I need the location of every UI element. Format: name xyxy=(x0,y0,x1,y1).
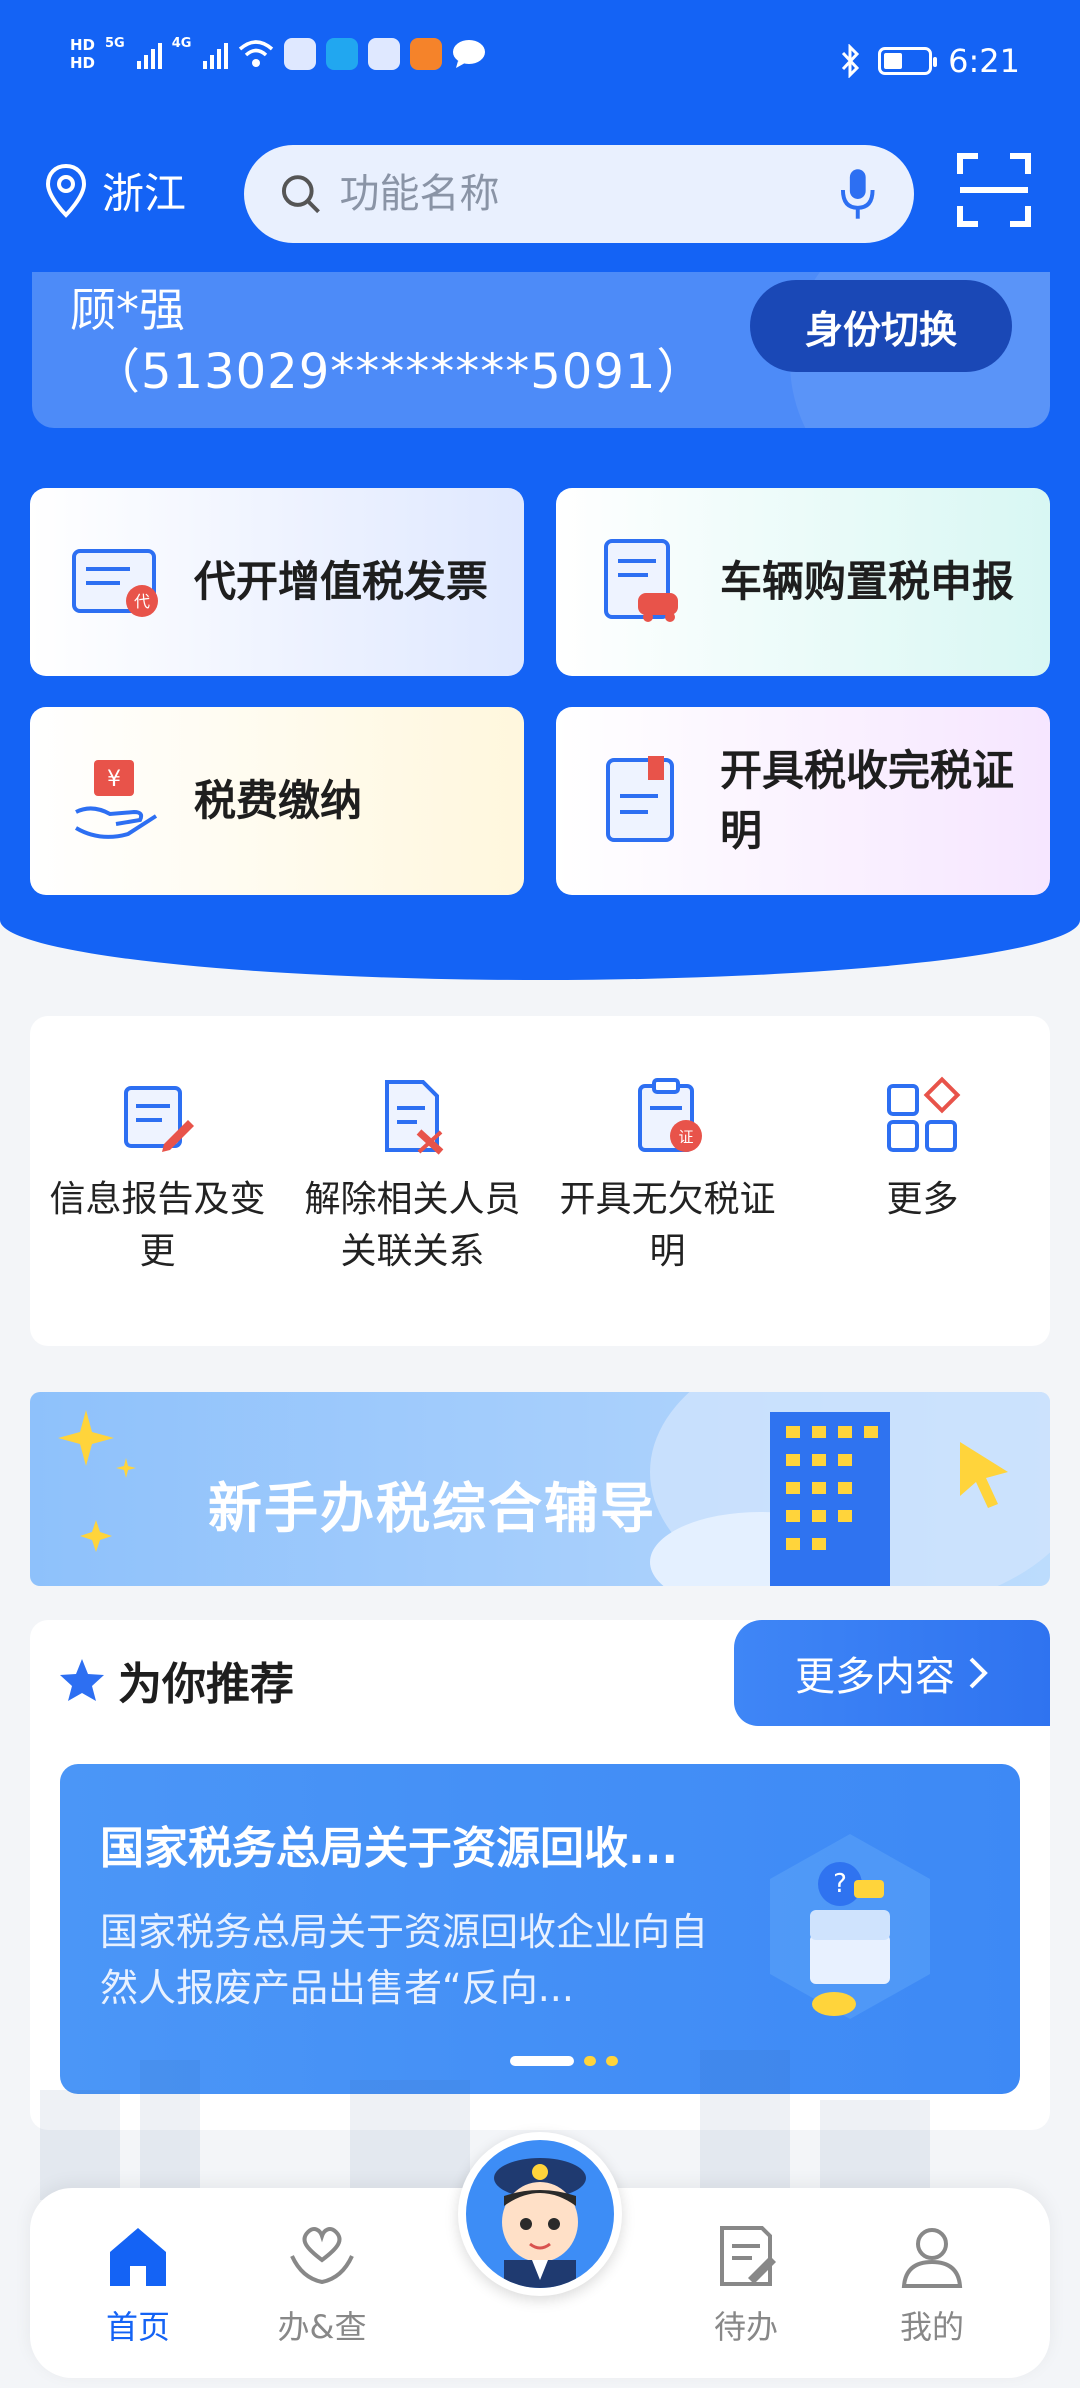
user-name: 顾*强 xyxy=(70,283,185,337)
wifi-icon xyxy=(239,40,274,67)
signal-icon-2 xyxy=(203,39,229,69)
article-headline: 国家税务总局关于资源回收... xyxy=(100,1823,679,1874)
signal-icon-1 xyxy=(136,39,162,69)
service-more[interactable]: 更多 xyxy=(795,1016,1050,1346)
battery-icon xyxy=(878,47,938,75)
nav-handle-query[interactable]: 办&查 xyxy=(252,2220,392,2348)
tile-label: 车辆购置税申报 xyxy=(720,557,1015,606)
location-selector[interactable]: 浙江 xyxy=(44,160,186,221)
more-content-label: 更多内容 xyxy=(795,1654,955,1700)
network-type-1: 5G xyxy=(105,36,125,51)
star-icon xyxy=(60,1659,104,1701)
service-info-report[interactable]: 信息报告及变更 xyxy=(30,1016,285,1346)
services-grid: 信息报告及变更 解除相关人员关联关系 证 开具无欠税证明 更多 xyxy=(30,1016,1050,1346)
search-bar[interactable] xyxy=(244,145,914,243)
service-label: 开具无欠税证明 xyxy=(559,1179,776,1272)
location-pin-icon xyxy=(45,163,87,218)
switch-identity-button[interactable]: 身份切换 xyxy=(750,280,1012,372)
tile-label: 开具税收完税证明 xyxy=(720,746,1015,855)
service-label: 信息报告及变更 xyxy=(49,1179,266,1272)
search-input[interactable] xyxy=(339,171,839,217)
app-notification-icon-4 xyxy=(410,38,443,70)
payment-icon: ¥ xyxy=(74,760,158,839)
home-icon xyxy=(110,2228,166,2286)
tile-vehicle-purchase-tax[interactable]: 车辆购置税申报 xyxy=(556,488,1050,676)
svg-text:?: ? xyxy=(833,1869,847,1899)
more-grid-icon xyxy=(886,1076,960,1152)
nav-label: 我的 xyxy=(899,2308,964,2346)
recommend-title: 为你推荐 xyxy=(58,1648,294,1712)
article-description: 国家税务总局关于资源回收企业向自然人报废产品出售者“反向... xyxy=(100,1910,709,2010)
question-box-illustration: ? xyxy=(770,1834,930,2019)
tax-assistant-mascot[interactable] xyxy=(458,2132,622,2296)
chat-bubble-icon xyxy=(453,40,486,68)
report-edit-icon xyxy=(123,1086,194,1152)
clock: 6:21 xyxy=(948,42,1020,80)
service-label: 更多 xyxy=(886,1179,959,1220)
service-unlink-relations[interactable]: 解除相关人员关联关系 xyxy=(285,1016,540,1346)
tile-issue-vat-invoice[interactable]: 代 代开增值税发票 xyxy=(30,488,524,676)
tile-label: 代开增值税发票 xyxy=(194,557,489,606)
todo-icon xyxy=(720,2226,776,2286)
more-content-button[interactable]: 更多内容 xyxy=(734,1620,1050,1726)
recommend-title-text: 为你推荐 xyxy=(118,1659,294,1710)
service-label: 解除相关人员关联关系 xyxy=(304,1179,521,1272)
app-notification-icon-3 xyxy=(368,38,401,70)
app-notification-icon-2 xyxy=(326,38,359,70)
vehicle-tax-icon xyxy=(604,539,678,622)
nav-todo[interactable]: 待办 xyxy=(676,2220,816,2348)
location-label: 浙江 xyxy=(102,169,187,218)
svg-text:代: 代 xyxy=(134,592,150,611)
network-type-2: 4G xyxy=(171,36,192,51)
id-number: （513029********5091） xyxy=(92,344,706,400)
status-bar: HD HD 5G 4G 6:21 xyxy=(0,0,1080,130)
tax-officer-avatar-icon xyxy=(494,2158,586,2288)
beginner-guide-banner[interactable]: 新手办税综合辅导 xyxy=(30,1392,1050,1586)
hd-badge-2: HD xyxy=(70,54,96,72)
tile-label: 税费缴纳 xyxy=(194,776,363,825)
certificate-icon xyxy=(606,756,674,842)
app-notification-icon-1 xyxy=(284,38,317,70)
nav-label: 办&查 xyxy=(277,2308,367,2346)
tile-tax-payment[interactable]: ¥ 税费缴纳 xyxy=(30,707,524,895)
heart-hands-icon xyxy=(290,2227,354,2285)
tile-tax-payment-certificate[interactable]: 开具税收完税证明 xyxy=(556,707,1050,895)
search-icon xyxy=(281,175,320,214)
city-building-illustration xyxy=(650,1392,1050,1586)
hd-badge-1: HD xyxy=(70,36,96,54)
nav-label: 首页 xyxy=(105,2308,170,2346)
svg-text:¥: ¥ xyxy=(107,767,121,792)
bluetooth-icon xyxy=(842,44,860,78)
nav-home[interactable]: 首页 xyxy=(68,2220,208,2348)
banner-title: 新手办税综合辅导 xyxy=(208,1477,656,1540)
nav-label: 待办 xyxy=(713,2308,778,2346)
user-icon xyxy=(901,2228,963,2288)
nav-profile[interactable]: 我的 xyxy=(862,2220,1002,2348)
microphone-icon[interactable] xyxy=(838,166,878,222)
unlink-icon xyxy=(384,1080,443,1155)
svg-text:证: 证 xyxy=(678,1128,693,1146)
service-no-arrears-certificate[interactable]: 证 开具无欠税证明 xyxy=(540,1016,795,1346)
sparkle-icon xyxy=(58,1410,136,1552)
no-arrears-icon: 证 xyxy=(637,1078,702,1152)
invoice-icon: 代 xyxy=(72,549,158,617)
scan-icon[interactable] xyxy=(956,152,1032,228)
chevron-right-icon xyxy=(969,1657,988,1689)
identity-card: 顾*强 （513029********5091） 身份切换 xyxy=(32,272,1050,428)
